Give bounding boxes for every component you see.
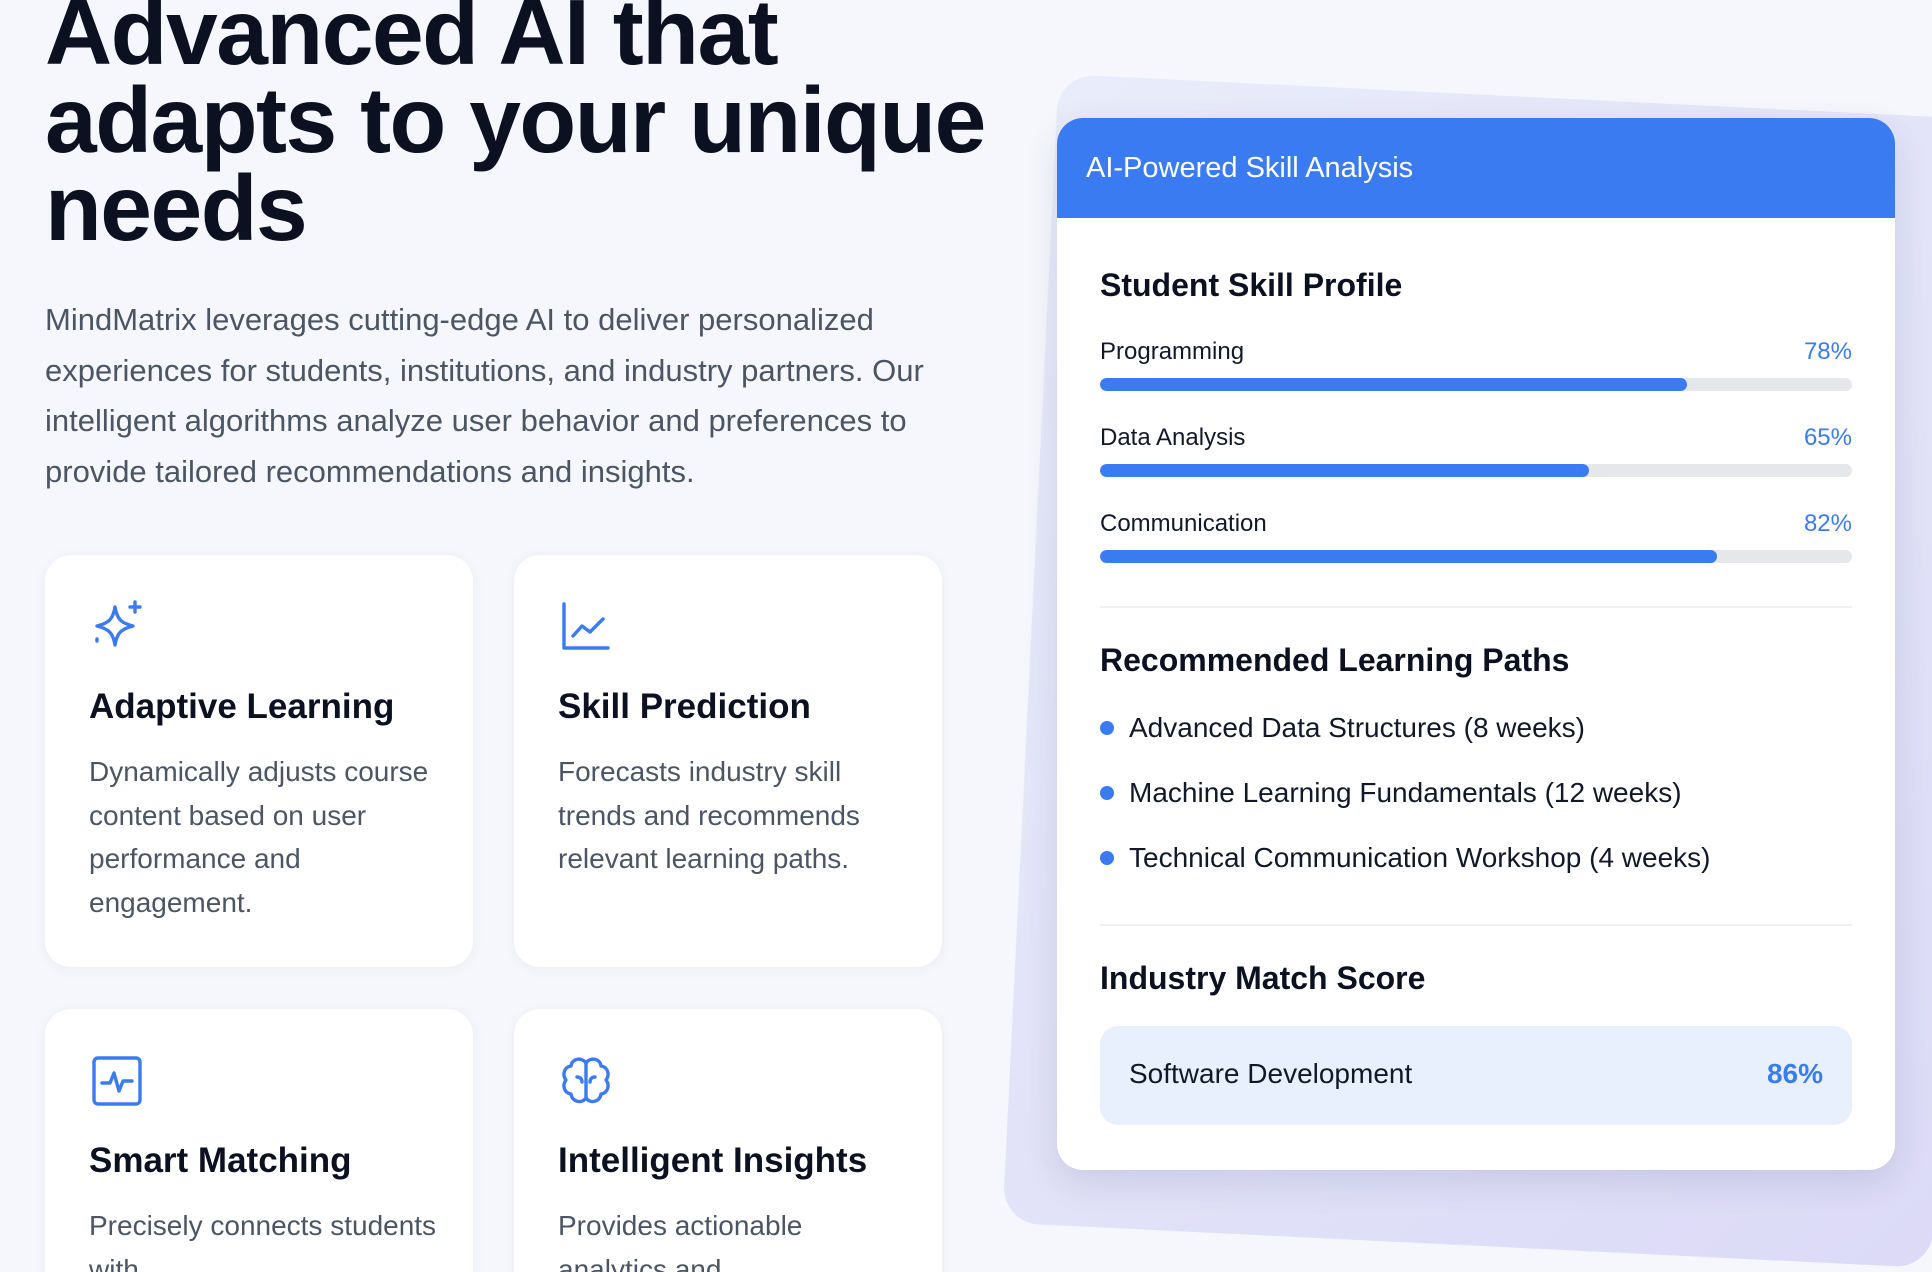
feature-description: Dynamically adjusts course content based…: [89, 756, 429, 918]
feature-description: Precisely connects students with: [89, 1210, 437, 1272]
learning-path-label: Machine Learning Fundamentals (12 weeks): [1129, 777, 1682, 808]
feature-title: Intelligent Insights: [558, 1141, 868, 1180]
skill-bar-track: [1100, 464, 1852, 477]
industry-match-box: Software Development 86%: [1100, 1026, 1852, 1125]
page: Advanced AI that adapts to your unique n…: [0, 0, 1932, 1272]
hero-description: MindMatrix leverages cutting-edge AI to …: [45, 302, 924, 489]
chart-line-icon: [562, 602, 610, 650]
hero-title: Advanced AI that adapts to your unique n…: [45, 0, 986, 260]
skill-profile-title: Student Skill Profile: [1100, 267, 1403, 303]
feature-card-smart-matching: Smart Matching Precisely connects studen…: [45, 1009, 473, 1272]
panel-header: AI-Powered Skill Analysis: [1057, 118, 1895, 218]
activity-icon: [92, 1056, 142, 1106]
match-score: 86%: [1766, 1058, 1823, 1089]
bullet-dot-icon: [1100, 721, 1114, 735]
learning-path-item[interactable]: Technical Communication Workshop (4 week…: [1100, 842, 1711, 874]
feature-card-intelligent-insights: Intelligent Insights Provides actionable…: [514, 1009, 942, 1272]
skill-bar-fill: [1100, 550, 1717, 563]
feature-title: Skill Prediction: [558, 687, 811, 726]
learning-path-item[interactable]: Advanced Data Structures (8 weeks): [1100, 712, 1585, 744]
skill-bar-fill: [1100, 464, 1589, 477]
skill-bar-track: [1100, 550, 1852, 563]
divider: [1100, 924, 1852, 926]
match-title: Industry Match Score: [1100, 960, 1426, 996]
skill-bar-fill: [1100, 378, 1687, 391]
feature-title: Adaptive Learning: [89, 687, 395, 726]
feature-title: Smart Matching: [89, 1141, 352, 1180]
skill-percent: 82%: [1803, 510, 1852, 537]
feature-description: Provides actionable analytics and: [558, 1210, 803, 1272]
skill-label: Data Analysis: [1100, 424, 1246, 451]
brain-icon: [562, 1057, 610, 1104]
skill-percent: 65%: [1803, 424, 1852, 451]
skill-bar-track: [1100, 378, 1852, 391]
skill-label: Communication: [1100, 510, 1267, 537]
paths-title: Recommended Learning Paths: [1100, 642, 1570, 678]
skill-percent: 78%: [1803, 338, 1852, 365]
feature-card-skill-prediction: Skill Prediction Forecasts industry skil…: [514, 555, 942, 967]
match-label: Software Development: [1129, 1058, 1413, 1089]
divider: [1100, 606, 1852, 608]
bullet-dot-icon: [1100, 786, 1114, 800]
learning-path-label: Advanced Data Structures (8 weeks): [1129, 712, 1585, 743]
sparkles-icon: [95, 600, 142, 647]
learning-path-label: Technical Communication Workshop (4 week…: [1129, 842, 1711, 873]
feature-card-adaptive-learning: Adaptive Learning Dynamically adjusts co…: [45, 555, 473, 967]
learning-path-item[interactable]: Machine Learning Fundamentals (12 weeks): [1100, 777, 1682, 809]
skill-label: Programming: [1100, 338, 1245, 365]
skill-analysis-panel: AI-Powered Skill Analysis Student Skill …: [1057, 118, 1895, 1170]
feature-description: Forecasts industry skill trends and reco…: [558, 756, 860, 874]
bullet-dot-icon: [1100, 851, 1114, 865]
